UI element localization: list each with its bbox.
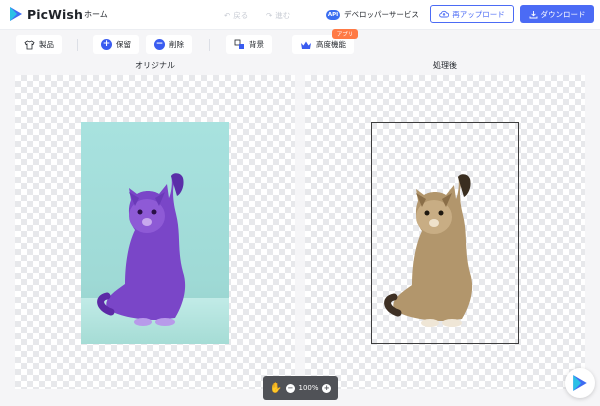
developer-service-link[interactable]: API デベロッパーサービス: [326, 9, 419, 20]
erase-label: 削除: [169, 40, 184, 49]
reupload-label: 再アップロード: [452, 9, 505, 19]
keep-label: 保留: [116, 40, 131, 49]
undo-icon: ↶: [224, 11, 231, 20]
redo-icon: ↷: [266, 11, 273, 20]
picwish-fab-icon: [573, 375, 587, 391]
nav-home-link[interactable]: ホーム: [84, 9, 108, 20]
processed-image-frame: [371, 122, 519, 344]
minus-circle-icon: −: [154, 39, 165, 50]
products-button[interactable]: 製品: [16, 35, 62, 54]
layers-icon: [234, 39, 244, 49]
app-badge: アプリ: [332, 29, 358, 39]
crown-icon: [301, 41, 311, 49]
undo-button[interactable]: ↶ 戻る: [224, 10, 248, 21]
keep-button[interactable]: + 保留: [93, 35, 139, 54]
original-panel-title: オリジナル: [135, 61, 175, 70]
background-button[interactable]: 背景: [226, 35, 272, 54]
hand-icon[interactable]: ✋: [270, 383, 282, 394]
toolbar-divider: [77, 39, 78, 51]
plus-circle-icon: +: [101, 39, 112, 50]
api-badge: API: [326, 9, 340, 20]
cat-cutout-image: [384, 174, 473, 327]
toolbar-divider: [209, 39, 210, 51]
download-button[interactable]: ダウンロード: [520, 5, 594, 23]
original-image: [81, 122, 229, 344]
download-icon: [529, 10, 537, 18]
processed-panel-title: 処理後: [433, 61, 457, 70]
zoom-out-icon[interactable]: −: [285, 383, 295, 393]
redo-button[interactable]: ↷ 進む: [266, 10, 290, 21]
download-label: ダウンロード: [540, 9, 586, 19]
zoom-in-icon[interactable]: +: [322, 383, 332, 393]
zoom-level: 100%: [298, 384, 319, 392]
undo-label: 戻る: [233, 11, 249, 20]
edit-toolbar: 製品 + 保留 − 削除 背景 高度機能: [0, 30, 600, 58]
background-label: 背景: [249, 40, 264, 49]
erase-button[interactable]: − 削除: [146, 35, 192, 54]
top-header: PicWish ホーム ↶ 戻る ↷ 進む API デベロッパーサービス 再アッ…: [0, 0, 600, 30]
picwish-logo-icon: [10, 7, 22, 21]
cat-purple-image: [97, 173, 186, 326]
redo-label: 進む: [275, 11, 291, 20]
logo[interactable]: PicWish: [9, 6, 83, 22]
zoom-control-bar: ✋ − 100% +: [263, 376, 338, 400]
shirt-icon: [24, 40, 35, 49]
app-name: PicWish: [27, 6, 83, 22]
products-label: 製品: [39, 40, 54, 49]
reupload-button[interactable]: 再アップロード: [430, 5, 514, 23]
developer-service-label: デベロッパーサービス: [344, 10, 419, 19]
picwish-fab-button[interactable]: [565, 368, 595, 398]
advanced-features-label: 高度機能: [316, 40, 346, 49]
cloud-upload-icon: [439, 10, 450, 18]
